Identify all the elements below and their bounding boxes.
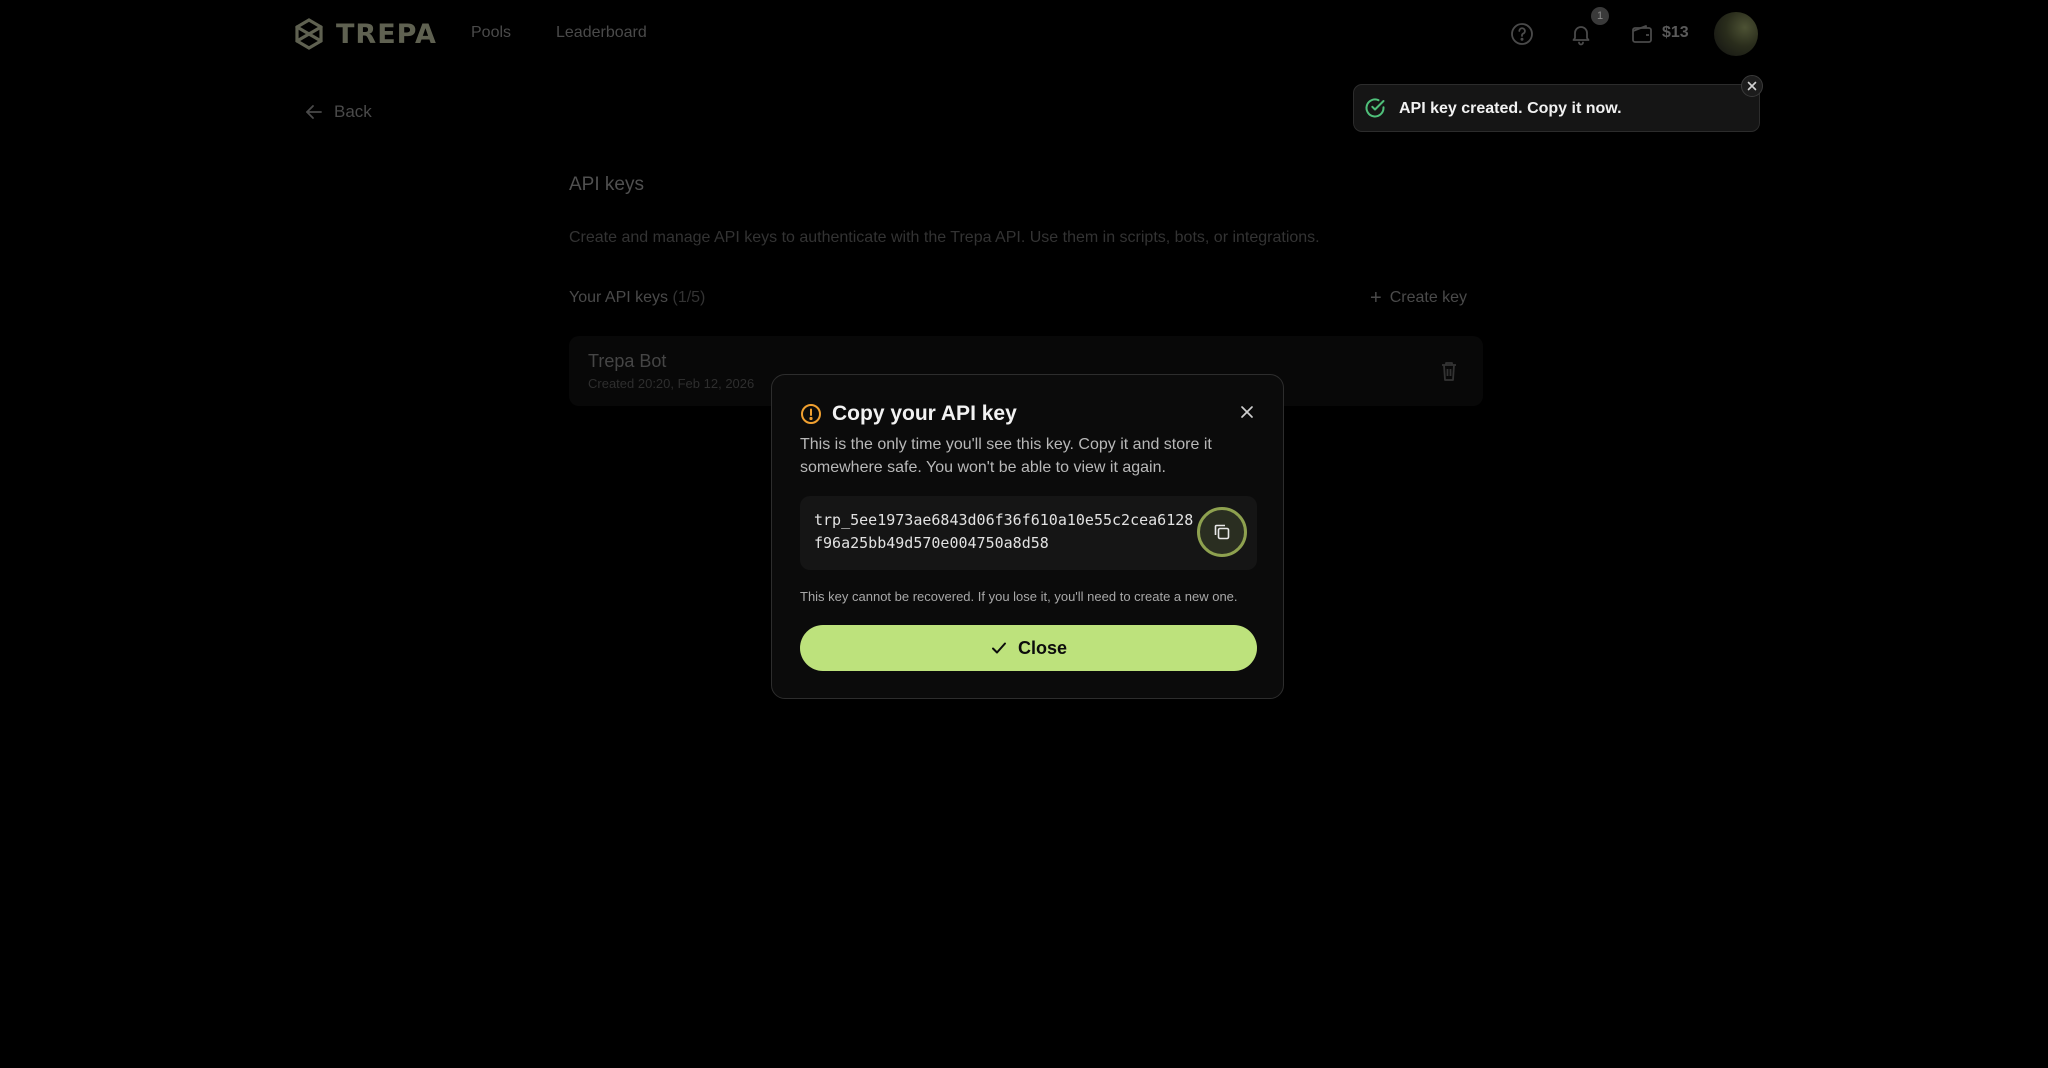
keys-heading: Your API keys (1/5) — [569, 289, 705, 307]
logo-text: TREPA — [336, 18, 437, 50]
page-title: API keys — [569, 174, 644, 195]
trepa-logo-icon — [295, 18, 323, 50]
key-created-date: Created 20:20, Feb 12, 2026 — [588, 376, 755, 391]
notifications-button[interactable] — [1567, 20, 1595, 48]
check-icon — [991, 642, 1006, 654]
trash-icon[interactable] — [1439, 360, 1459, 382]
close-button-label: Close — [1017, 637, 1068, 658]
keys-heading-label: Your API keys — [569, 289, 669, 306]
top-bar: TREPA Pools Leaderboard 1 $13 — [0, 0, 2048, 68]
plus-icon: + — [1370, 287, 1382, 309]
nav-leaderboard[interactable]: Leaderboard — [556, 24, 647, 42]
notification-badge: 1 — [1591, 7, 1609, 25]
arrow-left-icon — [306, 105, 322, 119]
alert-circle-icon — [801, 404, 821, 424]
close-icon — [1747, 81, 1757, 91]
api-key-value[interactable]: trp_5ee1973ae6843d06f36f610a10e55c2cea61… — [814, 509, 1194, 555]
copy-api-key-dialog: Copy your API key This is the only time … — [771, 374, 1284, 699]
keys-count: (1/5) — [672, 289, 706, 306]
api-key-box: trp_5ee1973ae6843d06f36f610a10e55c2cea61… — [800, 496, 1257, 570]
wallet-balance[interactable]: $13 — [1662, 24, 1689, 42]
toast-notification: API key created. Copy it now. — [1353, 75, 1763, 132]
recovery-note: This key cannot be recovered. If you los… — [800, 589, 1238, 604]
wallet-button[interactable] — [1628, 20, 1656, 48]
wallet-icon — [1632, 25, 1652, 43]
toast-close-button[interactable] — [1741, 75, 1763, 97]
help-icon — [1511, 23, 1533, 45]
bell-icon — [1572, 26, 1590, 46]
create-key-label: Create key — [1389, 289, 1468, 306]
avatar[interactable] — [1714, 12, 1758, 56]
copy-key-button[interactable] — [1197, 507, 1247, 557]
close-button[interactable]: Close — [800, 625, 1257, 671]
page-description: Create and manage API keys to authentica… — [569, 229, 1320, 246]
check-circle-icon — [1365, 98, 1385, 118]
back-label: Back — [334, 102, 372, 121]
key-name: Trepa Bot — [588, 351, 667, 371]
nav-pools[interactable]: Pools — [471, 24, 511, 42]
copy-icon — [1214, 524, 1230, 540]
toast-message: API key created. Copy it now. — [1399, 100, 1622, 117]
create-key-button[interactable]: + Create key — [1370, 287, 1468, 309]
dialog-close-button[interactable] — [1238, 403, 1256, 421]
dialog-description: This is the only time you'll see this ke… — [800, 436, 1212, 476]
close-icon — [1241, 406, 1253, 418]
dialog-title: Copy your API key — [832, 402, 1017, 425]
logo[interactable]: TREPA — [292, 16, 437, 52]
help-button[interactable] — [1508, 20, 1536, 48]
back-button[interactable]: Back — [296, 96, 380, 128]
